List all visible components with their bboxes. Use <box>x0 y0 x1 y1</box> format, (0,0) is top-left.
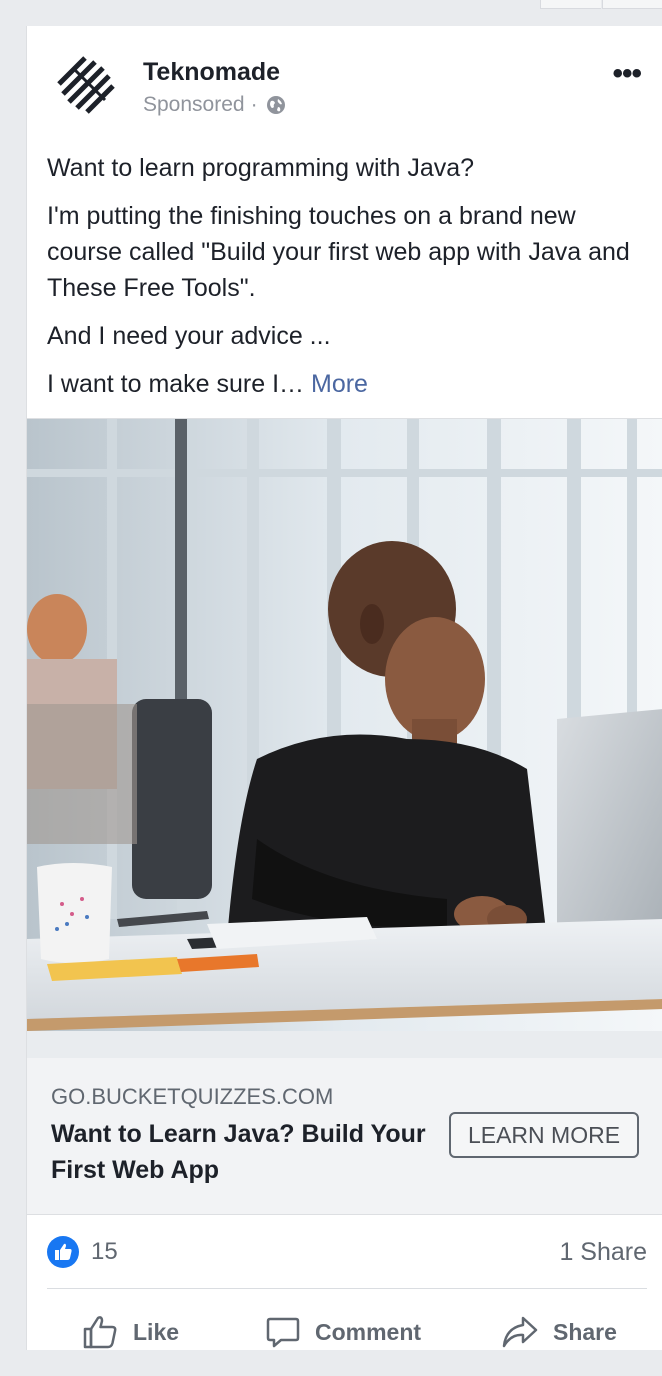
like-label: Like <box>133 1318 180 1345</box>
post-text-truncated: I want to make sure I… <box>47 370 305 398</box>
post-text-line: I'm putting the finishing touches on a b… <box>47 202 630 302</box>
share-button[interactable]: Share <box>501 1309 617 1355</box>
learn-more-button[interactable]: LEARN MORE <box>449 1112 639 1158</box>
top-tab-edge <box>540 0 601 9</box>
comment-icon <box>266 1317 300 1348</box>
like-button[interactable]: Like <box>81 1309 179 1355</box>
comment-button[interactable]: Comment <box>265 1309 421 1355</box>
top-strip <box>0 0 662 26</box>
sponsored-label[interactable]: Sponsored <box>143 93 245 117</box>
top-tab-edge <box>602 0 662 9</box>
share-count[interactable]: 1 Share <box>559 1238 647 1267</box>
like-count[interactable]: 15 <box>91 1238 118 1266</box>
link-domain: GO.BUCKETQUIZZES.COM <box>51 1084 334 1109</box>
globe-icon <box>266 96 285 114</box>
post-meta: Sponsored · <box>143 93 286 117</box>
like-reaction-icon[interactable] <box>47 1236 79 1268</box>
post-header: Teknomade Sponsored · ••• <box>27 26 662 136</box>
post-text-line: I want to make sure I… More <box>47 366 647 402</box>
office-photo <box>27 419 662 1059</box>
link-headline[interactable]: Want to Learn Java? Build Your First Web… <box>51 1116 431 1188</box>
more-options-icon[interactable]: ••• <box>612 59 641 89</box>
sponsored-post-card: Teknomade Sponsored · ••• Want to learn … <box>26 26 662 1350</box>
post-stats: 15 1 Share <box>27 1214 662 1288</box>
teknomade-logo-icon[interactable] <box>55 54 119 118</box>
post-text-line: Want to learn programming with Java? <box>47 154 475 182</box>
post-body: Want to learn programming with Java? I'm… <box>47 150 647 414</box>
share-arrow-icon <box>502 1316 538 1348</box>
see-more-link[interactable]: More <box>311 370 368 398</box>
thumbs-up-icon <box>83 1316 117 1349</box>
page-name-link[interactable]: Teknomade <box>143 58 280 87</box>
post-text-line: And I need your advice ... <box>47 322 331 350</box>
share-label: Share <box>553 1318 617 1345</box>
link-preview[interactable]: GO.BUCKETQUIZZES.COM Want to Learn Java?… <box>27 1058 662 1215</box>
post-actions: Like Comment Share <box>27 1289 662 1376</box>
meta-separator: · <box>250 93 258 116</box>
post-image[interactable] <box>27 418 662 1059</box>
comment-label: Comment <box>315 1318 422 1345</box>
